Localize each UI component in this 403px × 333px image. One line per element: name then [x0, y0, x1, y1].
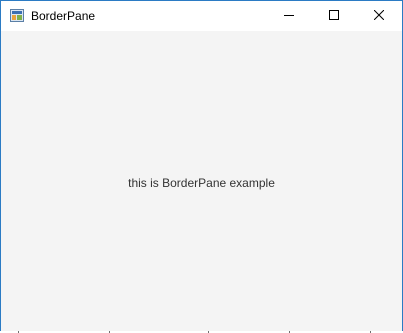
app-window: BorderPane this is BorderPane example: [0, 0, 403, 333]
close-icon: [373, 7, 384, 25]
center-label: this is BorderPane example: [128, 176, 275, 190]
window-title: BorderPane: [31, 9, 96, 23]
java-app-icon: [10, 9, 24, 22]
minimize-icon: [283, 7, 294, 25]
minimize-button[interactable]: [266, 1, 311, 31]
border-pane-content: this is BorderPane example: [1, 31, 402, 332]
maximize-icon: [328, 7, 339, 25]
close-button[interactable]: [356, 1, 401, 31]
maximize-button[interactable]: [311, 1, 356, 31]
title-bar[interactable]: BorderPane: [1, 1, 402, 31]
